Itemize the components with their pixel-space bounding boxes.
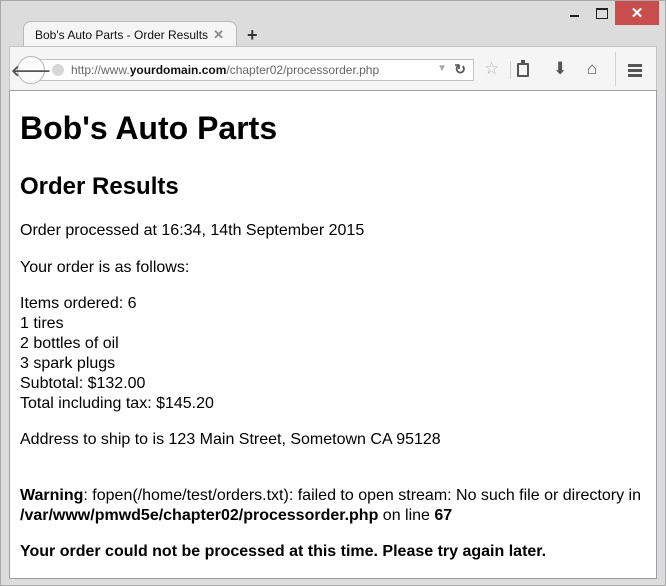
new-tab-plus-icon[interactable]: + (247, 25, 258, 46)
page-subtitle: Order Results (20, 173, 179, 200)
maximize-button[interactable] (589, 1, 615, 25)
close-icon: ✕ (630, 5, 644, 22)
order-intro: Your order is as follows: (20, 259, 190, 276)
minimize-button[interactable] (559, 1, 589, 25)
globe-icon (52, 64, 64, 76)
dropdown-triangle-icon[interactable]: ▼ (437, 63, 447, 74)
processed-timestamp: Order processed at 16:34, 14th September… (20, 222, 365, 239)
php-warning: Warning: fopen(/home/test/orders.txt): f… (20, 486, 641, 526)
page-title: Bob's Auto Parts (20, 110, 278, 146)
minimize-icon (569, 15, 579, 17)
reload-icon[interactable]: ↻ (454, 61, 466, 78)
tab-close-icon[interactable]: ✕ (213, 27, 224, 43)
warning-on-line: on line (378, 507, 435, 524)
clipboard-reading-list-icon[interactable] (517, 60, 529, 77)
warning-line-number: 67 (434, 507, 453, 524)
order-line-oil: 2 bottles of oil (20, 335, 119, 352)
back-button[interactable]: 🡐 (11, 56, 51, 84)
subtotal: Subtotal: $132.00 (20, 375, 146, 392)
warning-label: Warning (20, 487, 84, 504)
star-bookmark-icon[interactable]: ☆ (484, 59, 499, 79)
tab-active[interactable]: Bob's Auto Parts - Order Results ✕ (23, 21, 237, 47)
order-details: Items ordered: 6 1 tires 2 bottles of oi… (20, 294, 214, 414)
url-prefix: http://www. (71, 63, 130, 77)
close-button[interactable]: ✕ (615, 1, 659, 25)
page-content: Bob's Auto Parts Order Results Order pro… (9, 90, 657, 579)
order-line-spark-plugs: 3 spark plugs (20, 355, 116, 372)
warning-message: : fopen(/home/test/orders.txt): failed t… (83, 487, 641, 504)
items-ordered: Items ordered: 6 (20, 295, 137, 312)
warning-file: /var/www/pmwd5e/chapter02/processorder.p… (20, 507, 379, 524)
browser-window: Bob's Auto Parts - Order Results ✕ + ✕ 🡐… (0, 0, 666, 586)
total-with-tax: Total including tax: $145.20 (20, 395, 214, 412)
maximize-icon (596, 7, 608, 19)
url-text[interactable]: http://www.yourdomain.com/chapter02/proc… (71, 63, 379, 77)
tab-title: Bob's Auto Parts - Order Results (35, 27, 209, 42)
download-arrow-icon[interactable]: ⬇ (553, 59, 567, 79)
failure-message: Your order could not be processed at thi… (20, 543, 547, 560)
order-line-tires: 1 tires (20, 315, 64, 332)
toolbar-divider (510, 61, 511, 79)
home-icon[interactable]: ⌂ (587, 59, 597, 79)
title-bar: Bob's Auto Parts - Order Results ✕ + ✕ (1, 1, 665, 47)
shipping-address: Address to ship to is 123 Main Street, S… (20, 431, 441, 448)
url-bar[interactable]: http://www.yourdomain.com/chapter02/proc… (36, 59, 474, 81)
back-arrow-icon: 🡐 (10, 62, 52, 80)
toolbar-divider (615, 52, 616, 86)
url-domain: yourdomain.com (129, 63, 227, 77)
url-path: /chapter02/processorder.php (226, 63, 380, 77)
nav-toolbar: 🡐 http://www.yourdomain.com/chapter02/pr… (9, 46, 657, 90)
hamburger-menu-icon[interactable] (628, 64, 642, 77)
